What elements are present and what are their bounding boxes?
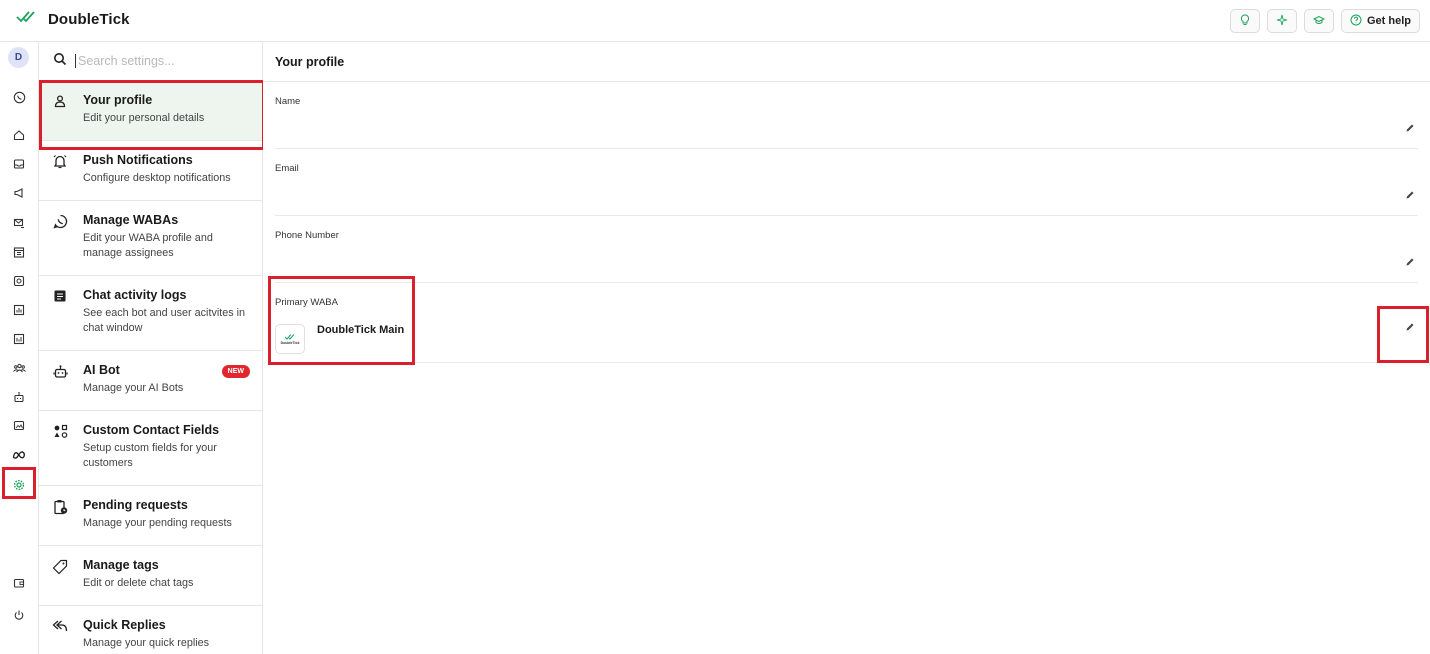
tips-button[interactable] xyxy=(1229,9,1260,33)
nav-title: Your profile xyxy=(83,93,153,107)
waba-logo: DoubleTick xyxy=(275,324,305,354)
whatsapp-icon xyxy=(51,213,69,231)
chat-image-icon[interactable] xyxy=(8,415,30,437)
nav-subtitle: Manage your quick replies xyxy=(83,637,210,649)
app-name: DoubleTick xyxy=(48,11,130,28)
edit-waba-pencil-icon[interactable] xyxy=(1402,319,1418,335)
edit-name-pencil-icon[interactable] xyxy=(1402,120,1418,136)
inbox-icon[interactable] xyxy=(8,153,30,175)
megaphone-icon[interactable] xyxy=(8,182,30,204)
nav-subtitle: See each bot and user acitvites in chat … xyxy=(83,307,246,334)
report-icon[interactable] xyxy=(8,328,30,350)
settings-search xyxy=(39,42,262,81)
profile-panel: Your profile Name Email Phone Number Pri… xyxy=(263,42,1430,654)
help-circle-icon xyxy=(1350,14,1362,29)
nav-item-push-notifications[interactable]: Push Notifications Configure desktop not… xyxy=(39,141,262,201)
nav-subtitle: Configure desktop notifications xyxy=(83,172,231,184)
edit-phone-pencil-icon[interactable] xyxy=(1402,254,1418,270)
nav-title: Push Notifications xyxy=(83,153,193,167)
doubletick-logo-icon xyxy=(16,10,36,29)
search-icon xyxy=(53,52,67,71)
nav-title: Manage WABAs xyxy=(83,213,179,227)
top-bar: DoubleTick Get help xyxy=(0,0,1430,42)
nav-subtitle: Manage your AI Bots xyxy=(83,382,184,394)
nav-subtitle: Edit or delete chat tags xyxy=(83,577,194,589)
nav-title: Quick Replies xyxy=(83,618,166,632)
calendar-icon[interactable] xyxy=(8,241,30,263)
clipboard-clock-icon xyxy=(51,498,69,516)
nav-item-pending-requests[interactable]: Pending requests Manage your pending req… xyxy=(39,486,262,546)
primary-waba-name: DoubleTick Main xyxy=(317,324,405,336)
name-label: Name xyxy=(275,96,301,107)
email-label: Email xyxy=(275,163,299,174)
new-badge: NEW xyxy=(221,365,250,378)
meta-icon[interactable] xyxy=(8,444,30,466)
graduation-cap-icon xyxy=(1312,14,1326,29)
nav-item-quick-replies[interactable]: Quick Replies Manage your quick replies xyxy=(39,606,262,654)
whatsapp-icon[interactable] xyxy=(8,86,30,108)
nav-item-custom-contact-fields[interactable]: Custom Contact Fields Setup custom field… xyxy=(39,411,262,486)
user-icon xyxy=(51,93,69,111)
home-icon[interactable] xyxy=(8,124,30,146)
nav-subtitle: Manage your pending requests xyxy=(83,517,232,529)
nav-title: Manage tags xyxy=(83,558,159,572)
nav-item-manage-tags[interactable]: Manage tags Edit or delete chat tags xyxy=(39,546,262,606)
mail-send-icon[interactable] xyxy=(8,212,30,234)
search-input[interactable] xyxy=(75,54,245,68)
nav-subtitle: Setup custom fields for your customers xyxy=(83,442,217,469)
tag-icon xyxy=(51,558,69,576)
bell-icon xyxy=(51,153,69,171)
nav-title: Pending requests xyxy=(83,498,188,512)
avatar[interactable]: D xyxy=(8,47,29,68)
settings-highlight-box xyxy=(2,467,36,499)
nav-subtitle: Edit your WABA profile and manage assign… xyxy=(83,232,213,259)
email-field: Email xyxy=(275,149,1418,216)
nav-subtitle: Edit your personal details xyxy=(83,112,205,124)
get-help-label: Get help xyxy=(1366,15,1411,27)
nav-title: Custom Contact Fields xyxy=(83,423,220,437)
nav-item-chat-activity-logs[interactable]: Chat activity logs See each bot and user… xyxy=(39,276,262,351)
nav-item-manage-wabas[interactable]: Manage WABAs Edit your WABA profile and … xyxy=(39,201,262,276)
nav-item-ai-bot[interactable]: AI Bot Manage your AI Bots NEW xyxy=(39,351,262,411)
target-icon[interactable] xyxy=(8,270,30,292)
icon-rail: D xyxy=(0,42,39,654)
document-icon xyxy=(51,288,69,306)
nav-title: Chat activity logs xyxy=(83,288,187,302)
nav-title: AI Bot xyxy=(83,363,120,377)
shapes-icon xyxy=(51,423,69,441)
primary-waba-field: Primary WABA DoubleTick DoubleTick Main xyxy=(275,283,1418,363)
ai-button[interactable] xyxy=(1266,9,1297,33)
robot-icon xyxy=(51,363,69,381)
brand[interactable]: DoubleTick xyxy=(16,10,130,29)
phone-label: Phone Number xyxy=(275,230,339,241)
bot-icon[interactable] xyxy=(8,386,30,408)
chart-icon[interactable] xyxy=(8,299,30,321)
nav-item-your-profile[interactable]: Your profile Edit your personal details xyxy=(39,81,262,141)
edit-email-pencil-icon[interactable] xyxy=(1402,187,1418,203)
panel-header: Your profile xyxy=(263,42,1430,82)
settings-nav: Your profile Edit your personal details … xyxy=(39,42,263,654)
get-help-button[interactable]: Get help xyxy=(1340,9,1420,33)
waba-logo-text: DoubleTick xyxy=(280,341,300,345)
power-icon[interactable] xyxy=(8,604,30,626)
primary-waba-label: Primary WABA xyxy=(275,297,338,308)
reply-icon xyxy=(51,618,69,636)
phone-field: Phone Number xyxy=(275,216,1418,283)
page-title: Your profile xyxy=(275,54,345,69)
team-icon[interactable] xyxy=(8,357,30,379)
academy-button[interactable] xyxy=(1303,9,1334,33)
lightbulb-icon xyxy=(1239,13,1251,29)
sparkle-icon xyxy=(1276,14,1288,29)
wallet-icon[interactable] xyxy=(8,572,30,594)
name-field: Name xyxy=(275,82,1418,149)
